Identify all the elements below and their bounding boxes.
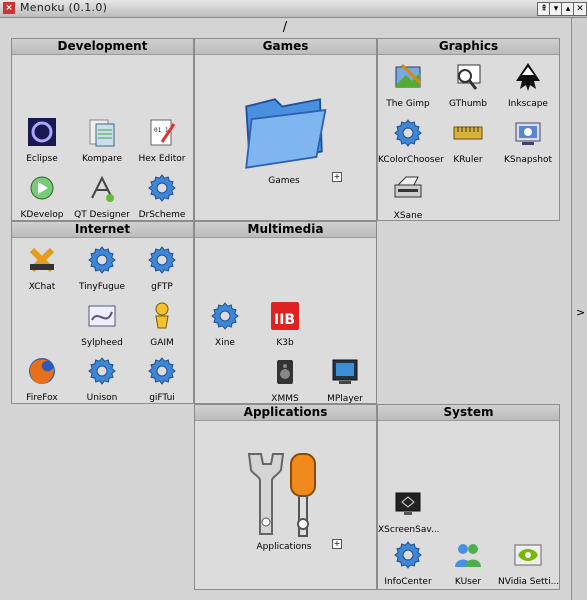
xmms-icon xyxy=(277,360,293,384)
sylpheed-icon xyxy=(88,305,116,327)
panel-multimedia: Multimedia Xine IIB K3b XMMS MPlayer xyxy=(194,221,377,404)
window-close-button[interactable]: ✕ xyxy=(573,2,587,16)
users-icon xyxy=(455,544,481,567)
panel-title: Development xyxy=(12,39,193,55)
gear-icon xyxy=(146,244,178,276)
launcher-the-gimp[interactable]: The Gimp xyxy=(378,61,438,109)
inkscape-icon xyxy=(516,63,540,91)
panel-system: System XScreenSav... InfoCenter KUser NV… xyxy=(377,404,560,590)
folder-icon xyxy=(239,84,329,174)
expand-applications-button[interactable]: + xyxy=(332,539,342,549)
gear-icon xyxy=(392,539,424,571)
xscreensaver-icon xyxy=(395,492,421,515)
panel-title: Graphics xyxy=(378,39,559,55)
panel-title: Multimedia xyxy=(195,222,376,238)
launcher-giftui[interactable]: giFTui xyxy=(132,355,192,403)
launcher-kompare[interactable]: Kompare xyxy=(72,116,132,164)
gear-icon xyxy=(86,355,118,387)
launcher-drscheme[interactable]: DrScheme xyxy=(132,172,192,220)
launcher-qt-designer[interactable]: QT Designer xyxy=(72,172,132,220)
launcher-kruler[interactable]: KRuler xyxy=(438,117,498,165)
panel-development: Development Eclipse Kompare 01 1 Hex Edi… xyxy=(11,38,194,221)
xchat-icon xyxy=(29,247,55,273)
gaim-icon xyxy=(155,302,169,329)
side-panel-toggle[interactable]: > xyxy=(571,18,587,600)
launcher-hex-editor[interactable]: 01 1 Hex Editor xyxy=(132,116,192,164)
current-path: / xyxy=(282,20,288,35)
launcher-infocenter[interactable]: InfoCenter xyxy=(378,539,438,587)
ksnapshot-icon xyxy=(515,122,541,145)
launcher-gaim[interactable]: GAIM xyxy=(132,300,192,348)
eclipse-icon xyxy=(28,118,56,146)
k3b-icon: IIB xyxy=(271,302,299,330)
kdevelop-icon xyxy=(30,176,54,200)
firefox-icon xyxy=(29,358,55,385)
panel-title: Internet xyxy=(12,222,193,238)
panel-applications: Applications Applications + xyxy=(194,404,377,590)
launcher-kdevelop[interactable]: KDevelop xyxy=(12,172,72,220)
gear-icon xyxy=(146,355,178,387)
launcher-nvidia-settings[interactable]: NVidia Setti... xyxy=(498,539,559,587)
panel-internet: Internet XChat TinyFugue gFTP Sylpheed G… xyxy=(11,221,194,404)
kruler-icon xyxy=(453,126,483,140)
qt-designer-icon xyxy=(91,175,114,202)
launcher-sylpheed[interactable]: Sylpheed xyxy=(72,300,132,348)
launcher-tinyfugue[interactable]: TinyFugue xyxy=(72,244,132,292)
window-titlebar: × Menoku (0.1.0) ⇞ ▾ ▴ ✕ xyxy=(0,0,587,18)
gimp-icon xyxy=(395,63,422,88)
gear-icon xyxy=(146,172,178,204)
gear-icon xyxy=(392,117,424,149)
gthumb-icon xyxy=(457,64,481,90)
launcher-games[interactable]: Games xyxy=(239,84,329,186)
launcher-unison[interactable]: Unison xyxy=(72,355,132,403)
tools-icon xyxy=(247,453,316,537)
launcher-xmms[interactable]: XMMS xyxy=(255,356,315,404)
panel-title: Games xyxy=(195,39,376,55)
window-title: Menoku (0.1.0) xyxy=(20,1,108,14)
expand-games-button[interactable]: + xyxy=(332,172,342,182)
launcher-mplayer[interactable]: MPlayer xyxy=(315,356,375,404)
launcher-firefox[interactable]: FireFox xyxy=(12,355,72,403)
launcher-kuser[interactable]: KUser xyxy=(438,539,498,587)
panel-title: System xyxy=(378,405,559,421)
gear-icon xyxy=(209,300,241,332)
gear-icon xyxy=(86,244,118,276)
launcher-inkscape[interactable]: Inkscape xyxy=(498,61,558,109)
xsane-icon xyxy=(394,176,422,198)
app-icon: × xyxy=(3,2,15,14)
launcher-xchat[interactable]: XChat xyxy=(12,244,72,292)
nvidia-icon xyxy=(514,544,542,566)
svg-text:IIB: IIB xyxy=(274,312,295,328)
launcher-ksnapshot[interactable]: KSnapshot xyxy=(498,117,558,165)
hex-editor-icon: 01 1 xyxy=(150,119,176,146)
panel-games: Games Games + xyxy=(194,38,377,221)
launcher-gthumb[interactable]: GThumb xyxy=(438,61,498,109)
launcher-xine[interactable]: Xine xyxy=(195,300,255,348)
panel-title: Applications xyxy=(195,405,376,421)
panel-graphics: Graphics The Gimp GThumb Inkscape KColor… xyxy=(377,38,560,221)
launcher-xscreensaver[interactable]: XScreenSav... xyxy=(378,487,440,535)
launcher-gftp[interactable]: gFTP xyxy=(132,244,192,292)
launcher-xsane[interactable]: XSane xyxy=(378,173,438,221)
launcher-kcolorchooser[interactable]: KColorChooser xyxy=(378,117,444,165)
kompare-icon xyxy=(89,119,115,147)
launcher-k3b[interactable]: IIB K3b xyxy=(255,300,315,348)
launcher-applications[interactable]: Applications xyxy=(239,450,329,552)
launcher-eclipse[interactable]: Eclipse xyxy=(12,116,72,164)
mplayer-icon xyxy=(332,359,358,384)
